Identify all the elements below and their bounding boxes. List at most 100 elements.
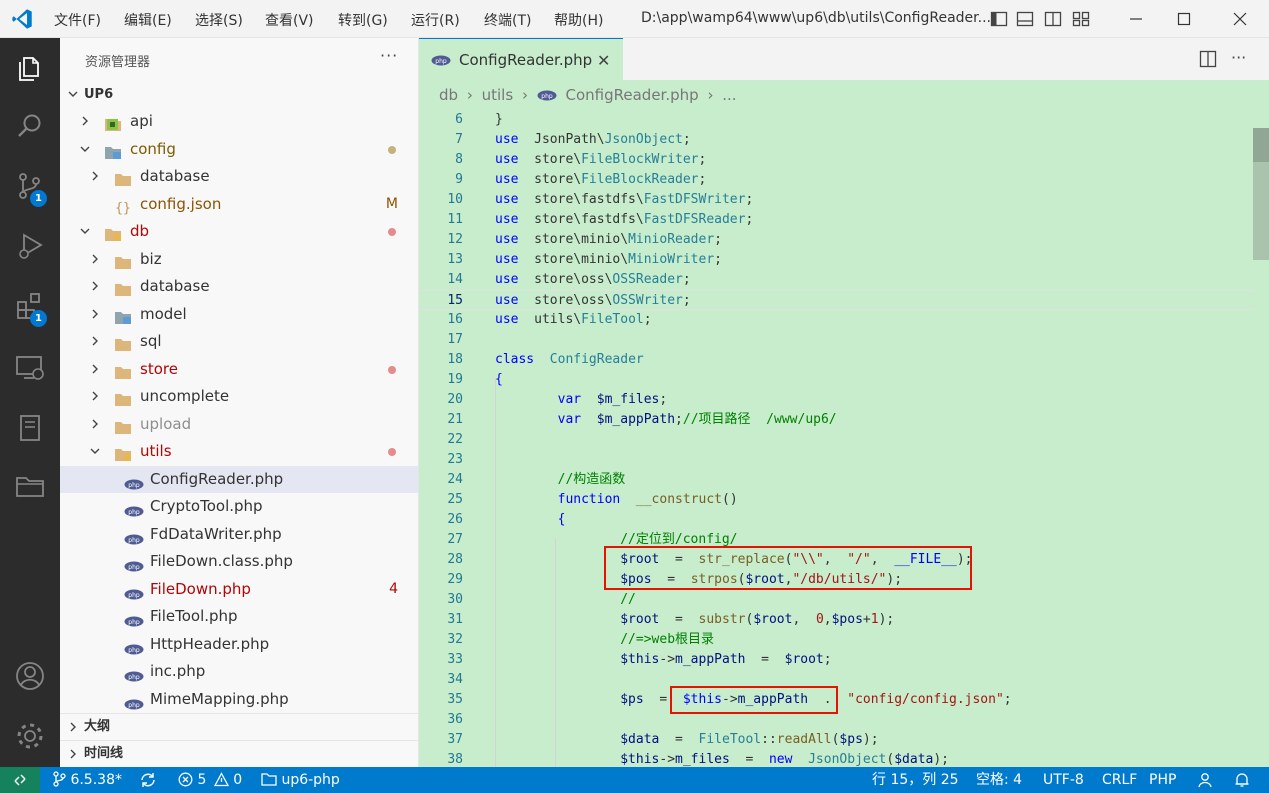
menu-run[interactable]: 运行(R) [411, 10, 460, 30]
chevron-right-icon[interactable] [90, 391, 100, 401]
run-debug-icon[interactable] [14, 230, 46, 262]
maximize-icon[interactable] [1173, 8, 1195, 30]
toggle-panel-icon[interactable] [1016, 10, 1034, 28]
code-editor[interactable]: 6} 7 use JsonPath\JsonObject; 8 use store\Fi… [419, 110, 1269, 767]
eol-status[interactable]: CRLF [1102, 767, 1137, 793]
sync-icon[interactable] [139, 772, 157, 788]
tree-item-uncomplete[interactable]: uncomplete [60, 383, 418, 410]
code-line[interactable]: 22 [419, 430, 1254, 450]
tree-item-filedown-php[interactable]: php FileDown.php 4 [60, 576, 418, 603]
remote-indicator[interactable] [0, 767, 40, 793]
code-line[interactable]: 21 var $m_appPath;//项目路径 /www/up6/ [419, 410, 1254, 430]
menu-terminal[interactable]: 终端(T) [484, 10, 531, 30]
tree-item-biz[interactable]: biz [60, 246, 418, 273]
code-line[interactable]: 9 use store\FileBlockReader; [419, 170, 1254, 190]
toggle-sidebar-icon[interactable] [990, 10, 1008, 28]
code-line[interactable]: 32 //=>web根目录 [419, 630, 1254, 650]
tree-item-utils[interactable]: utils [60, 438, 418, 465]
tree-item-database[interactable]: database [60, 273, 418, 300]
explorer-more-icon[interactable]: ··· [380, 46, 398, 65]
explorer-icon[interactable] [14, 52, 46, 84]
tree-item-model[interactable]: model [60, 301, 418, 328]
code-line[interactable]: 19 { [419, 370, 1254, 390]
chevron-down-icon[interactable] [90, 446, 100, 456]
code-line[interactable]: 33 $this->m_appPath = $root; [419, 650, 1254, 670]
search-icon[interactable] [14, 110, 46, 142]
tree-item-db[interactable]: db [60, 218, 418, 245]
chevron-right-icon[interactable] [90, 281, 100, 291]
code-line[interactable]: 26 { [419, 510, 1254, 530]
tree-item-sql[interactable]: sql [60, 328, 418, 355]
chevron-right-icon[interactable] [80, 116, 90, 126]
tree-item-store[interactable]: store [60, 356, 418, 383]
chevron-right-icon[interactable] [90, 364, 100, 374]
minimize-icon[interactable] [1125, 8, 1147, 30]
tree-item-fddatawriter-php[interactable]: php FdDataWriter.php [60, 521, 418, 548]
project-status[interactable]: up6-php [261, 767, 340, 793]
menu-selection[interactable]: 选择(S) [195, 10, 243, 30]
code-line[interactable]: 11 use store\fastdfs\FastDFSReader; [419, 210, 1254, 230]
chevron-right-icon[interactable] [90, 254, 100, 264]
code-line[interactable]: 30 // [419, 590, 1254, 610]
tree-item-config-json[interactable]: {} config.json M [60, 191, 418, 218]
chevron-down-icon[interactable] [80, 144, 90, 154]
account-icon[interactable] [14, 660, 46, 692]
code-line[interactable]: 15 use store\oss\OSSWriter; [419, 290, 1254, 310]
close-window-icon[interactable] [1229, 8, 1251, 30]
tree-item-config[interactable]: config [60, 136, 418, 163]
remote-explorer-icon[interactable] [14, 352, 46, 384]
chevron-right-icon[interactable] [90, 309, 100, 319]
outline-section[interactable]: 大纲 [60, 713, 418, 738]
tree-item-api[interactable]: api [60, 108, 418, 135]
code-line[interactable]: 31 $root = substr($root, 0,$pos+1); [419, 610, 1254, 630]
chevron-right-icon[interactable] [90, 171, 100, 181]
code-line[interactable]: 20 var $m_files; [419, 390, 1254, 410]
breadcrumb-utils[interactable]: utils [482, 86, 514, 104]
breadcrumb-db[interactable]: db [439, 86, 458, 104]
code-line[interactable]: 37 $data = FileTool::readAll($ps); [419, 730, 1254, 750]
cursor-position[interactable]: 行 15，列 25 [872, 767, 959, 793]
notifications-bell-icon[interactable] [1234, 772, 1250, 788]
tab-close-icon[interactable]: ✕ [597, 51, 610, 70]
branch-status[interactable]: 6.5.38* [52, 767, 122, 793]
settings-gear-icon[interactable] [14, 720, 46, 752]
folder-icon[interactable] [14, 470, 46, 502]
language-status[interactable]: PHP [1149, 767, 1176, 793]
code-line[interactable]: 6} [419, 110, 1254, 130]
problems-status[interactable]: 5 0 [178, 767, 242, 793]
chevron-right-icon[interactable] [90, 419, 100, 429]
tree-item-httpheader-php[interactable]: php HttpHeader.php [60, 631, 418, 658]
code-line[interactable]: 14 use store\oss\OSSReader; [419, 270, 1254, 290]
menu-file[interactable]: 文件(F) [54, 10, 101, 30]
code-line[interactable]: 18 class ConfigReader [419, 350, 1254, 370]
code-line[interactable]: 17 [419, 330, 1254, 350]
code-line[interactable]: 7 use JsonPath\JsonObject; [419, 130, 1254, 150]
tree-root-up6[interactable]: UP6 [60, 81, 418, 108]
indentation-status[interactable]: 空格: 4 [976, 767, 1022, 793]
timeline-section[interactable]: 时间线 [60, 740, 418, 765]
breadcrumb-symbol[interactable]: ... [722, 86, 736, 104]
code-line[interactable]: 12 use store\minio\MinioReader; [419, 230, 1254, 250]
tree-item-database[interactable]: database [60, 163, 418, 190]
menu-edit[interactable]: 编辑(E) [124, 10, 172, 30]
chevron-down-icon[interactable] [80, 226, 90, 236]
menu-view[interactable]: 查看(V) [265, 10, 314, 30]
tree-item-upload[interactable]: upload [60, 411, 418, 438]
split-editor-icon[interactable] [1199, 50, 1217, 68]
notebook-icon[interactable] [14, 412, 46, 444]
tree-item-filedown-class-php[interactable]: php FileDown.class.php [60, 548, 418, 575]
breadcrumb-file[interactable]: ConfigReader.php [566, 86, 699, 104]
tree-item-configreader-php[interactable]: php ConfigReader.php [60, 465, 418, 493]
tree-item-mimemapping-php[interactable]: php MimeMapping.php [60, 686, 418, 713]
code-line[interactable]: 23 [419, 450, 1254, 470]
editor-more-icon[interactable]: ··· [1231, 48, 1246, 67]
code-line[interactable]: 16 use utils\FileTool; [419, 310, 1254, 330]
feedback-icon[interactable] [1197, 772, 1214, 788]
code-line[interactable]: 10 use store\fastdfs\FastDFSWriter; [419, 190, 1254, 210]
tree-item-cryptotool-php[interactable]: php CryptoTool.php [60, 493, 418, 520]
code-line[interactable]: 13 use store\minio\MinioWriter; [419, 250, 1254, 270]
menu-help[interactable]: 帮助(H) [554, 10, 603, 30]
code-line[interactable]: 24 //构造函数 [419, 470, 1254, 490]
code-line[interactable]: 25 function __construct() [419, 490, 1254, 510]
encoding-status[interactable]: UTF-8 [1043, 767, 1084, 793]
